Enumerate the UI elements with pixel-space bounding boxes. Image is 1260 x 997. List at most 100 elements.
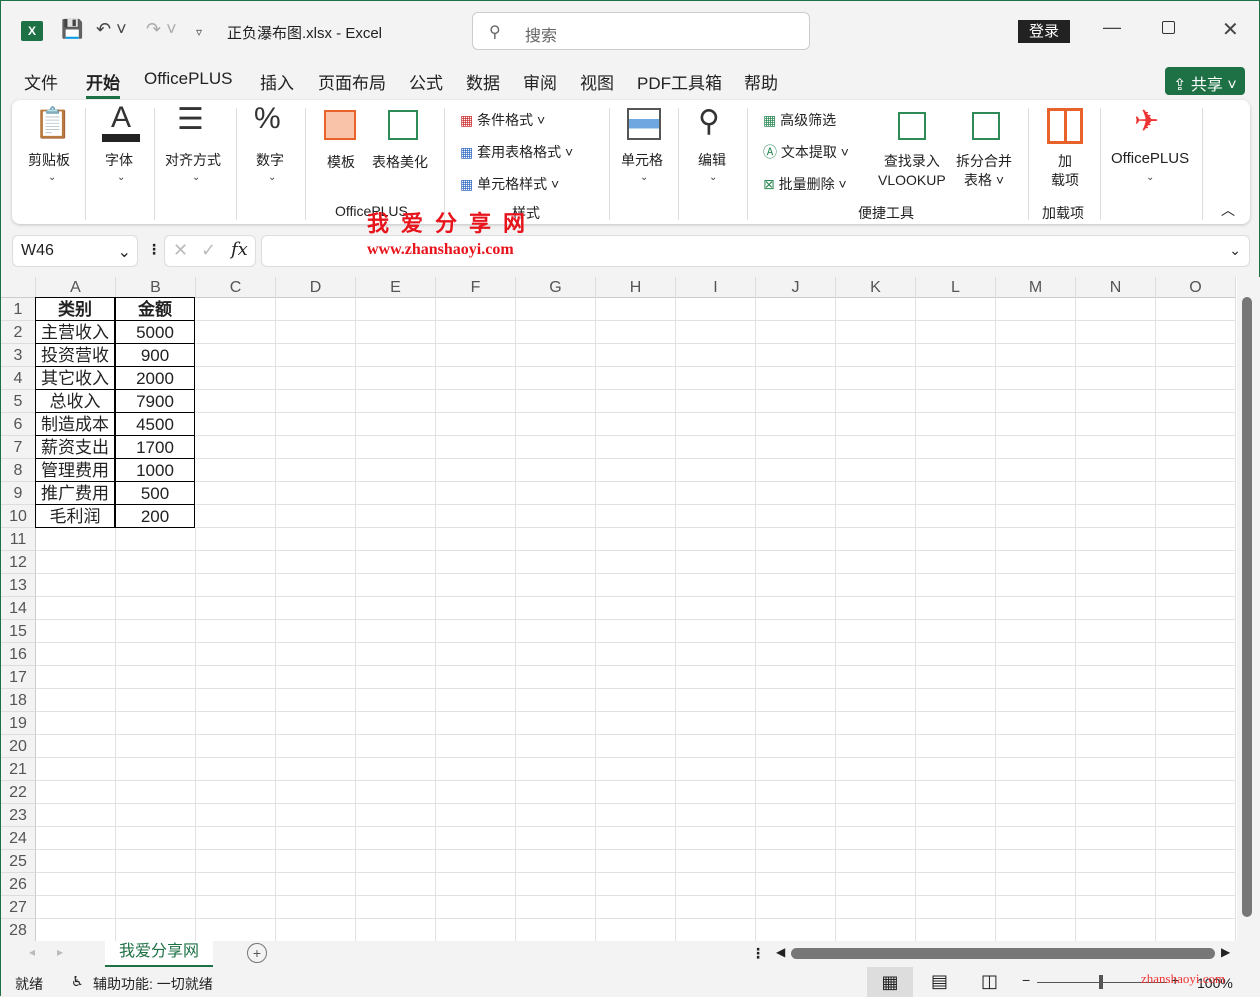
cell[interactable] [196,643,276,666]
cell[interactable] [836,666,916,689]
cell[interactable] [516,367,596,390]
cell[interactable] [1156,551,1236,574]
cell[interactable] [276,643,356,666]
column-header[interactable]: J [756,277,836,298]
row-header[interactable]: 9 [1,482,36,505]
cell[interactable] [596,390,676,413]
cell[interactable] [916,528,996,551]
cell[interactable] [196,344,276,367]
redo-icon[interactable]: ↷ ˅ [146,19,177,40]
cell[interactable] [516,505,596,528]
cell[interactable] [596,666,676,689]
cell[interactable] [276,758,356,781]
cell[interactable] [916,758,996,781]
cell[interactable] [916,712,996,735]
cell[interactable] [36,896,116,919]
text-extract-button[interactable]: Ⓐ 文本提取 ˅ [763,142,849,162]
cell[interactable] [36,735,116,758]
cell[interactable] [516,344,596,367]
cell[interactable] [516,873,596,896]
column-header[interactable]: A [36,277,116,298]
collapse-ribbon-icon[interactable]: ︿ [1221,200,1235,220]
cell[interactable] [836,505,916,528]
cell[interactable] [756,781,836,804]
cell[interactable] [676,620,756,643]
cell[interactable] [596,804,676,827]
cell[interactable] [836,321,916,344]
table-cell[interactable]: 总收入 [35,389,115,413]
cell[interactable] [1076,390,1156,413]
cell[interactable] [356,482,436,505]
cell[interactable] [756,482,836,505]
cell[interactable] [516,528,596,551]
cell[interactable] [36,804,116,827]
cell[interactable] [1156,344,1236,367]
cell[interactable] [196,804,276,827]
cell[interactable] [916,298,996,321]
row-header[interactable]: 25 [1,850,36,873]
cell[interactable] [436,873,516,896]
cell[interactable] [596,413,676,436]
cell[interactable] [676,321,756,344]
cell[interactable] [196,367,276,390]
cell[interactable] [596,896,676,919]
sheet-tab-active[interactable]: 我爱分享网 [105,941,213,967]
row-header[interactable]: 18 [1,689,36,712]
column-header[interactable]: D [276,277,356,298]
cell[interactable] [676,574,756,597]
cell[interactable] [436,689,516,712]
cell[interactable] [916,321,996,344]
prev-sheet-icon[interactable]: ◂ [29,945,35,959]
cell[interactable] [996,850,1076,873]
menu-home[interactable]: 开始 [86,69,120,99]
cell[interactable] [596,758,676,781]
cell[interactable] [996,735,1076,758]
row-header[interactable]: 26 [1,873,36,896]
cell[interactable] [276,827,356,850]
cell[interactable] [516,321,596,344]
cell[interactable] [356,528,436,551]
cell[interactable] [36,758,116,781]
cell[interactable] [36,620,116,643]
cell[interactable] [596,919,676,941]
header-cell[interactable]: 类别 [35,297,115,321]
cell[interactable] [1076,735,1156,758]
menu-file[interactable]: 文件 [24,69,58,94]
cell[interactable] [676,666,756,689]
cell[interactable] [116,758,196,781]
cell[interactable] [276,689,356,712]
batch-delete-button[interactable]: ⊠ 批量删除 ˅ [763,174,847,194]
cell[interactable] [676,827,756,850]
cell[interactable] [1156,873,1236,896]
cell[interactable] [196,712,276,735]
cell[interactable] [1156,459,1236,482]
cell[interactable] [516,551,596,574]
cell[interactable] [756,390,836,413]
cell[interactable] [196,298,276,321]
cell[interactable] [916,919,996,941]
cell[interactable] [116,735,196,758]
cell[interactable] [116,689,196,712]
cell[interactable] [516,666,596,689]
cell[interactable] [756,712,836,735]
cell[interactable] [36,597,116,620]
accessibility-icon[interactable]: ♿ [71,973,84,990]
normal-view-button[interactable]: ▦ [867,967,913,997]
conditional-format-button[interactable]: ▦ 条件格式 ˅ [460,110,545,130]
table-cell[interactable]: 推广费用 [35,481,115,505]
cell[interactable] [836,712,916,735]
cell[interactable] [996,344,1076,367]
cell[interactable] [596,321,676,344]
cell[interactable] [1076,436,1156,459]
cell[interactable] [436,436,516,459]
cell[interactable] [676,459,756,482]
cell[interactable] [836,298,916,321]
cell[interactable] [676,436,756,459]
cell[interactable] [756,298,836,321]
cell[interactable] [36,528,116,551]
cell[interactable] [1076,689,1156,712]
cell[interactable] [676,505,756,528]
cell[interactable] [36,689,116,712]
cell[interactable] [1076,574,1156,597]
table-cell[interactable]: 其它收入 [35,366,115,390]
